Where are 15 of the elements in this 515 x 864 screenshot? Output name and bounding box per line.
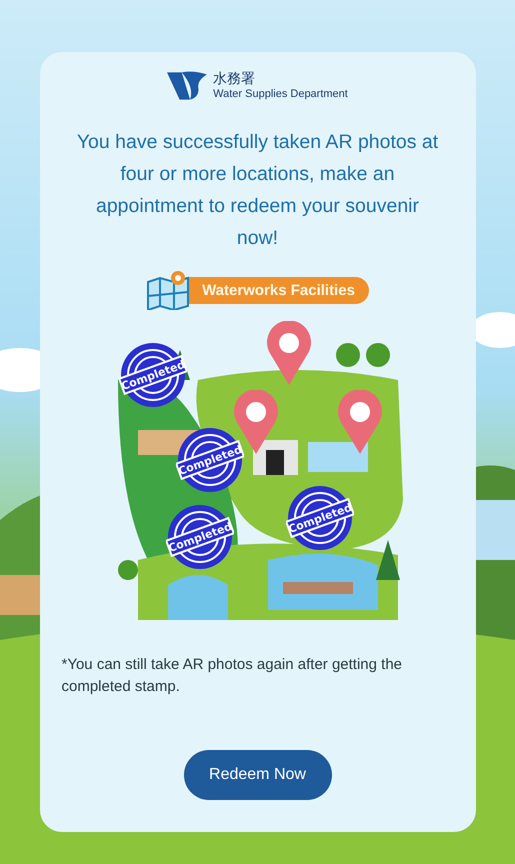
folded-map-icon	[146, 270, 190, 310]
section-banner: Waterworks Facilities	[186, 276, 369, 304]
tree	[336, 343, 360, 367]
success-message: You have successfully taken AR photos at four or more locations, make an appointment to redeem your souvenir now!	[76, 130, 440, 251]
footnote: *You can still take AR photos again after getting the completed stamp.	[62, 655, 404, 697]
logo-english-name: Water Supplies Department	[213, 88, 348, 100]
tree	[366, 343, 390, 367]
bridge	[282, 582, 352, 594]
logo-chinese-name: 水務署	[213, 72, 256, 88]
lake	[168, 575, 228, 620]
redeem-button[interactable]: Redeem Now	[184, 750, 332, 800]
building-drawing	[252, 440, 298, 475]
filter-beds	[308, 442, 368, 472]
logo-icon	[167, 70, 210, 102]
tree	[118, 560, 138, 580]
